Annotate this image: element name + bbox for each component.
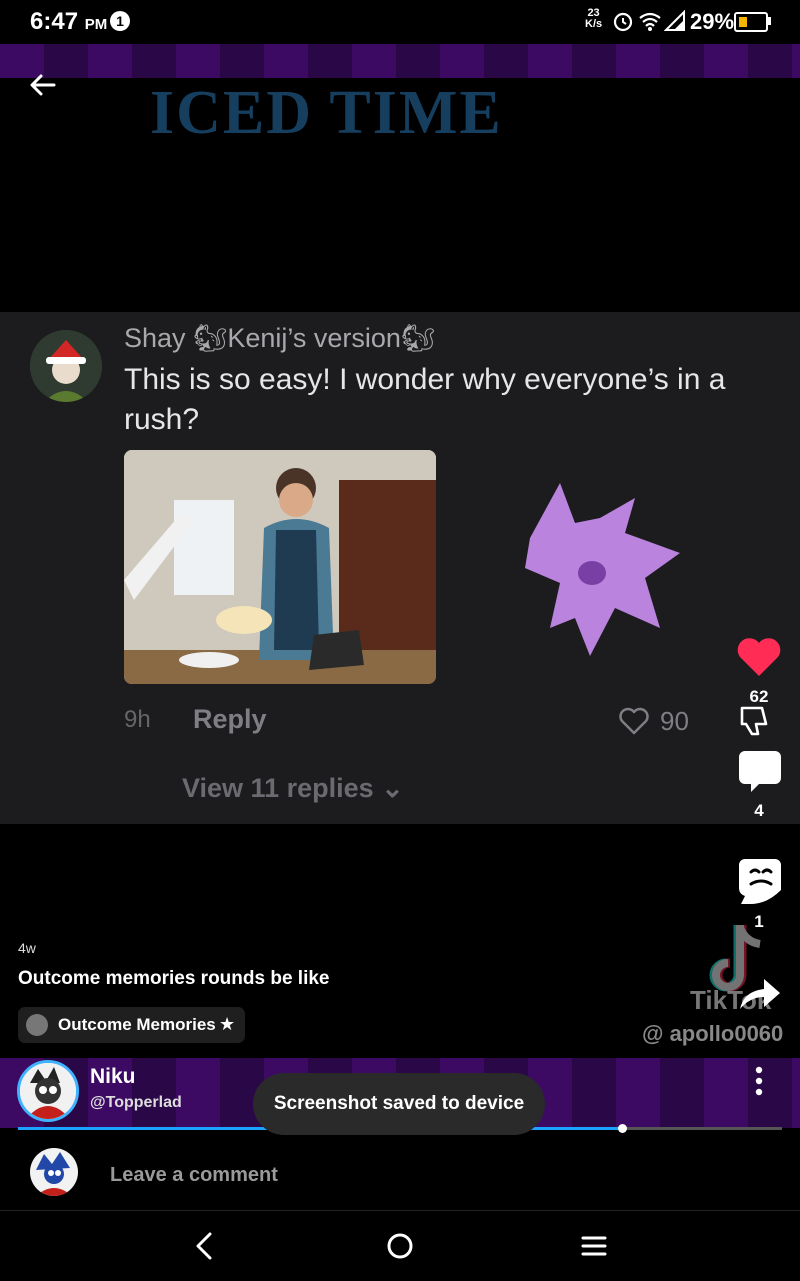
nav-back-icon[interactable]: [186, 1228, 226, 1264]
author-avatar[interactable]: [17, 1060, 79, 1122]
current-user-avatar: [30, 1148, 78, 1196]
network-speed: 23 K/s: [585, 7, 603, 30]
remix-icon[interactable]: [737, 856, 783, 906]
comment-count: 4: [754, 801, 764, 820]
comment-like-count: 90: [660, 706, 689, 736]
comment-heart-icon: [619, 707, 649, 735]
wifi-icon: [639, 12, 661, 31]
comment-photo: [124, 450, 436, 684]
video-title-text: ICED TIME: [150, 79, 503, 147]
comment-input[interactable]: [108, 1158, 712, 1192]
author-handle[interactable]: @Topperlad: [90, 1094, 182, 1112]
notification-badge: 1: [110, 11, 130, 31]
community-icon: [26, 1014, 48, 1036]
post-age: 4w: [18, 940, 36, 956]
comment-timestamp: 9h: [124, 706, 151, 733]
author-name[interactable]: Niku: [90, 1065, 136, 1089]
back-arrow-icon[interactable]: [26, 68, 60, 102]
star-icon: ★: [219, 1014, 236, 1034]
commenter-avatar: [30, 330, 102, 402]
post-caption: Outcome memories rounds be like: [18, 968, 330, 989]
dislike-icon[interactable]: [736, 702, 774, 740]
screenshot-toast: Screenshot saved to device: [253, 1073, 545, 1135]
community-chip[interactable]: Outcome Memories ★: [18, 1007, 245, 1043]
comment-reply-link: Reply: [193, 704, 267, 734]
video-top-band: [0, 44, 800, 78]
chevron-down-icon: ⌄: [381, 773, 404, 803]
comment-text: This is so easy! I wonder why everyone’s…: [124, 363, 726, 436]
ghost-sticker-icon: [525, 483, 680, 656]
share-arrow-icon[interactable]: [736, 975, 782, 1013]
battery-percent: 29%: [690, 9, 735, 34]
nav-home-icon[interactable]: [380, 1228, 420, 1264]
more-options-icon[interactable]: [752, 1066, 766, 1096]
status-bar: 6:47 PM 1 23 K/s 29%: [0, 0, 800, 44]
commenter-name: Shay 🐿Kenij’s version🐿: [124, 323, 436, 353]
community-name: Outcome Memories: [58, 1015, 216, 1034]
like-count: 62: [749, 687, 769, 706]
alarm-icon: [613, 12, 633, 32]
view-replies-link: View 11 replies ⌄: [182, 773, 404, 803]
battery-icon: [734, 12, 768, 32]
like-heart-icon[interactable]: [736, 636, 782, 678]
creator-watermark: @ apollo0060: [642, 1021, 784, 1046]
signal-icon: [664, 10, 685, 31]
comment-bubble-icon[interactable]: [737, 748, 783, 794]
video-progress-thumb[interactable]: [617, 1124, 627, 1133]
clock: 6:47 PM: [30, 8, 108, 35]
nav-menu-icon[interactable]: [574, 1228, 614, 1264]
